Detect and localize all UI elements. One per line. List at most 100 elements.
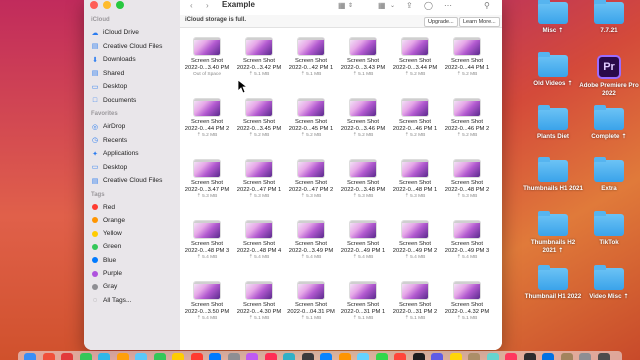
- file-item[interactable]: Screen Shot 2022-0...3.49 PM ⇡ 5.4 MB: [285, 221, 337, 261]
- sidebar-tag-yellow[interactable]: Yellow: [91, 228, 122, 239]
- dock-app-icon[interactable]: [338, 353, 351, 360]
- file-item[interactable]: Screen Shot 2022-0...49 PM 1 ⇡ 5.4 MB: [337, 221, 389, 261]
- dock-app-icon[interactable]: [98, 353, 110, 360]
- search-icon[interactable]: ⚲: [484, 1, 490, 10]
- dock-app-icon[interactable]: [579, 353, 591, 360]
- dock-app-icon[interactable]: [375, 353, 388, 360]
- tag-icon[interactable]: ◯: [424, 1, 433, 10]
- desktop-item-7-7-21[interactable]: 7.7.21: [576, 0, 640, 35]
- file-item[interactable]: Screen Shot 2022-0...3.46 PM ⇡ 5.2 MB: [337, 99, 389, 139]
- dock-app-icon[interactable]: [560, 353, 573, 360]
- dock-app-icon[interactable]: [42, 353, 55, 360]
- file-item[interactable]: Screen Shot 2022-0...49 PM 3 ⇡ 5.4 MB: [441, 221, 493, 261]
- file-item[interactable]: Screen Shot 2022-0...4.30 PM ⇡ 5.1 MB: [233, 282, 285, 322]
- dock-app-icon[interactable]: [135, 353, 147, 360]
- sidebar-tag-orange[interactable]: Orange: [91, 215, 125, 226]
- zoom-button[interactable]: [116, 1, 124, 9]
- view-icon-grid-icon[interactable]: ▦: [338, 1, 346, 10]
- desktop-item-extra[interactable]: Extra: [576, 157, 640, 193]
- sidebar-item-downloads[interactable]: ⬇ Downloads: [91, 54, 136, 65]
- file-item[interactable]: Screen Shot 2022-0...44 PM 1 ⇡ 5.2 MB: [441, 38, 493, 78]
- file-item[interactable]: Screen Shot 2022-0...3.47 PM ⇡ 5.3 MB: [181, 160, 233, 200]
- dock-app-icon[interactable]: [412, 353, 425, 360]
- dock-app-icon[interactable]: [264, 353, 277, 360]
- file-item[interactable]: Screen Shot 2022-0...47 PM 2 ⇡ 5.3 MB: [285, 160, 337, 200]
- more-actions-icon[interactable]: ⋯: [444, 1, 452, 10]
- sidebar-item-creative-cloud-files[interactable]: ▤ Creative Cloud Files: [91, 41, 163, 52]
- desktop-item-tiktok[interactable]: TikTok: [576, 211, 640, 247]
- file-item[interactable]: Screen Shot 2022-0...48 PM 4 ⇡ 5.4 MB: [233, 221, 285, 261]
- dock-app-icon[interactable]: [209, 353, 221, 360]
- file-item[interactable]: Screen Shot 2022-0...48 PM 2 ⇡ 5.3 MB: [441, 160, 493, 200]
- sidebar-item-documents[interactable]: □ Documents: [91, 95, 136, 106]
- dock-app-icon[interactable]: [357, 353, 369, 360]
- dock-app-icon[interactable]: [505, 353, 517, 360]
- file-item[interactable]: Screen Shot 2022-0...49 PM 2 ⇡ 5.4 MB: [389, 221, 441, 261]
- file-item[interactable]: Screen Shot 2022-0...3.45 PM ⇡ 5.2 MB: [233, 99, 285, 139]
- dock-app-icon[interactable]: [61, 353, 73, 360]
- close-button[interactable]: [90, 1, 98, 9]
- dock-app-icon[interactable]: [190, 353, 203, 360]
- file-item[interactable]: Screen Shot 2022-0...3.48 PM ⇡ 5.3 MB: [337, 160, 389, 200]
- dock-app-icon[interactable]: [597, 353, 610, 360]
- sidebar-tag-alltags[interactable]: ◌ All Tags...: [91, 295, 132, 306]
- sidebar-item-airdrop[interactable]: ◎ AirDrop: [91, 121, 125, 132]
- dock-app-icon[interactable]: [523, 353, 536, 360]
- dock-app-icon[interactable]: [394, 353, 406, 360]
- sidebar-tag-green[interactable]: Green: [91, 241, 121, 252]
- dock-app-icon[interactable]: [542, 353, 554, 360]
- dock-app-icon[interactable]: [246, 353, 258, 360]
- file-item[interactable]: Screen Shot 2022-0...31 PM 1 ⇡ 5.1 MB: [337, 282, 389, 322]
- forward-arrow-icon[interactable]: ›: [206, 1, 209, 10]
- file-item[interactable]: Screen Shot 2022-0...3.40 PM Out of Space: [181, 38, 233, 78]
- file-item[interactable]: Screen Shot 2022-0...04.31 PM ⇡ 5.1 MB: [285, 282, 337, 322]
- sidebar-item-icloud-drive[interactable]: ☁ iCloud Drive: [91, 27, 139, 38]
- dock-app-icon[interactable]: [449, 353, 462, 360]
- file-item[interactable]: Screen Shot 2022-0...3.42 PM ⇡ 5.1 MB: [233, 38, 285, 78]
- sidebar-item-desktop[interactable]: ▭ Desktop: [91, 81, 128, 92]
- desktop-item-complete[interactable]: Complete ⇡: [576, 105, 640, 141]
- dock-app-icon[interactable]: [283, 353, 295, 360]
- dock-app-icon[interactable]: [486, 353, 499, 360]
- minimize-button[interactable]: [103, 1, 111, 9]
- dock-app-icon[interactable]: [116, 353, 129, 360]
- group-by-icon[interactable]: ▦: [378, 1, 386, 10]
- upgrade-button[interactable]: Upgrade...: [424, 17, 458, 27]
- share-icon[interactable]: ⇪: [406, 1, 413, 10]
- dock-app-icon[interactable]: [301, 353, 314, 360]
- file-item[interactable]: Screen Shot 2022-0...48 PM 1 ⇡ 5.3 MB: [389, 160, 441, 200]
- desktop-item-video-misc[interactable]: Video Misc ⇡: [576, 265, 640, 301]
- view-toggle-chevron-icon[interactable]: ⇕: [348, 2, 353, 9]
- sidebar-tag-red[interactable]: Red: [91, 202, 115, 213]
- file-item[interactable]: Screen Shot 2022-0...3.50 PM ⇡ 5.4 MB: [181, 282, 233, 322]
- sidebar-tag-purple[interactable]: Purple: [91, 268, 122, 279]
- dock-app-icon[interactable]: [320, 353, 332, 360]
- file-item[interactable]: Screen Shot 2022-0...42 PM 1 ⇡ 5.1 MB: [285, 38, 337, 78]
- file-item[interactable]: Screen Shot 2022-0...3.44 PM ⇡ 5.2 MB: [389, 38, 441, 78]
- sidebar-tag-blue[interactable]: Blue: [91, 255, 116, 266]
- file-item[interactable]: Screen Shot 2022-0...46 PM 2 ⇡ 5.2 MB: [441, 99, 493, 139]
- dock-app-icon[interactable]: [153, 353, 166, 360]
- sidebar-item-shared[interactable]: ▤ Shared: [91, 68, 125, 79]
- learn-more-button[interactable]: Learn More...: [459, 17, 500, 27]
- file-item[interactable]: Screen Shot 2022-0...45 PM 1 ⇡ 5.2 MB: [285, 99, 337, 139]
- file-item[interactable]: Screen Shot 2022-0...4.32 PM ⇡ 5.1 MB: [441, 282, 493, 322]
- file-item[interactable]: Screen Shot 2022-0...44 PM 2 ⇡ 5.2 MB: [181, 99, 233, 139]
- file-item[interactable]: Screen Shot 2022-0...3.43 PM ⇡ 5.1 MB: [337, 38, 389, 78]
- sidebar-item-creative-cloud-files[interactable]: ▤ Creative Cloud Files: [91, 175, 163, 186]
- file-item[interactable]: Screen Shot 2022-0...46 PM 1 ⇡ 5.2 MB: [389, 99, 441, 139]
- file-item[interactable]: Screen Shot 2022-0...31 PM 2 ⇡ 5.1 MB: [389, 282, 441, 322]
- sidebar-tag-gray[interactable]: Gray: [91, 281, 117, 292]
- dock-app-icon[interactable]: [468, 353, 480, 360]
- dock-app-icon[interactable]: [79, 353, 92, 360]
- file-item[interactable]: Screen Shot 2022-0...47 PM 1 ⇡ 5.3 MB: [233, 160, 285, 200]
- sidebar-item-desktop[interactable]: ▭ Desktop: [91, 162, 128, 173]
- file-item[interactable]: Screen Shot 2022-0...48 PM 3 ⇡ 5.4 MB: [181, 221, 233, 261]
- dock-app-icon[interactable]: [227, 353, 240, 360]
- sidebar-item-applications[interactable]: ✦ Applications: [91, 148, 139, 159]
- dock-app-icon[interactable]: [172, 353, 184, 360]
- desktop-item-adobe-premiere-pro-2022[interactable]: Pr Adobe Premiere Pro 2022: [576, 55, 640, 97]
- back-arrow-icon[interactable]: ‹: [190, 1, 193, 10]
- dock-app-icon[interactable]: [431, 353, 443, 360]
- sidebar-item-recents[interactable]: ◷ Recents: [91, 135, 127, 146]
